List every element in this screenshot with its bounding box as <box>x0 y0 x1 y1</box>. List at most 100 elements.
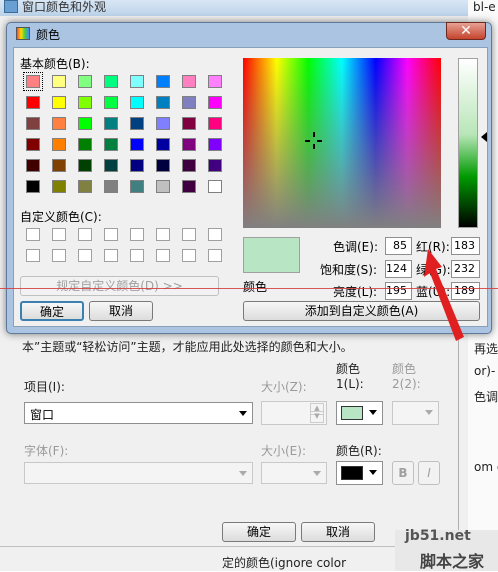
basic-color-swatch[interactable] <box>78 75 92 88</box>
background-window-title: 窗口颜色和外观 <box>22 0 107 14</box>
luminance-input[interactable]: 195 <box>385 282 412 300</box>
basic-color-swatch[interactable] <box>26 96 40 109</box>
basic-color-swatch[interactable] <box>52 75 66 88</box>
basic-color-swatch[interactable] <box>78 159 92 172</box>
custom-color-slot[interactable] <box>208 249 222 262</box>
custom-color-slot[interactable] <box>156 228 170 241</box>
basic-color-swatch[interactable] <box>78 117 92 130</box>
basic-color-swatch[interactable] <box>208 96 222 109</box>
watermark-url: jb51.net <box>405 528 471 544</box>
basic-color-swatch[interactable] <box>130 117 144 130</box>
basic-color-swatch[interactable] <box>78 96 92 109</box>
hue-input[interactable]: 85 <box>385 237 412 255</box>
bold-button[interactable]: B <box>392 461 414 485</box>
basic-color-swatch[interactable] <box>156 117 170 130</box>
basic-color-swatch[interactable] <box>52 117 66 130</box>
bg-ok-button[interactable]: 确定 <box>222 522 296 542</box>
basic-color-swatch[interactable] <box>52 180 66 193</box>
chevron-down-icon <box>425 410 433 415</box>
custom-color-slot[interactable] <box>130 249 144 262</box>
basic-color-swatch[interactable] <box>52 96 66 109</box>
basic-color-swatch[interactable] <box>182 159 196 172</box>
basic-color-swatch[interactable] <box>156 96 170 109</box>
chevron-down-icon <box>239 471 247 476</box>
hue-label: 色调(E): <box>333 240 378 254</box>
basic-color-swatch[interactable] <box>156 75 170 88</box>
basic-color-swatch[interactable] <box>130 138 144 151</box>
color2-picker-button[interactable] <box>392 401 439 425</box>
close-button[interactable]: ✕ <box>446 22 486 40</box>
basic-color-swatch[interactable] <box>156 180 170 193</box>
basic-color-swatch[interactable] <box>26 138 40 151</box>
item-select[interactable]: 窗口 <box>24 402 253 424</box>
saturation-input[interactable]: 124 <box>385 260 412 278</box>
basic-color-swatch[interactable] <box>182 138 196 151</box>
luminance-arrow-icon[interactable] <box>481 132 487 142</box>
color1-picker-button[interactable] <box>336 401 383 425</box>
basic-color-swatch[interactable] <box>104 138 118 151</box>
basic-color-swatch[interactable] <box>130 96 144 109</box>
font-color-label: 颜色(R): <box>336 444 382 458</box>
custom-color-slot[interactable] <box>104 228 118 241</box>
custom-color-slot[interactable] <box>78 249 92 262</box>
basic-color-swatch[interactable] <box>52 138 66 151</box>
basic-color-swatch[interactable] <box>104 75 118 88</box>
basic-color-swatch[interactable] <box>208 138 222 151</box>
basic-color-swatch[interactable] <box>208 159 222 172</box>
basic-color-swatch[interactable] <box>130 75 144 88</box>
luminance-label: 亮度(L): <box>333 285 378 299</box>
basic-colors-label: 基本颜色(B): <box>20 57 90 71</box>
custom-color-slot[interactable] <box>182 249 196 262</box>
bg-cancel-button[interactable]: 取消 <box>301 522 375 542</box>
basic-color-swatch[interactable] <box>26 180 40 193</box>
close-icon: ✕ <box>460 23 472 39</box>
luminance-slider[interactable] <box>458 58 478 228</box>
basic-color-swatch[interactable] <box>156 138 170 151</box>
color-spectrum[interactable] <box>243 58 441 228</box>
size2-select[interactable] <box>261 462 327 484</box>
basic-color-swatch[interactable] <box>182 117 196 130</box>
basic-color-swatch[interactable] <box>78 180 92 193</box>
custom-color-slot[interactable] <box>26 228 40 241</box>
basic-color-swatch[interactable] <box>208 117 222 130</box>
dialog-cancel-button[interactable]: 取消 <box>89 301 153 321</box>
custom-color-slot[interactable] <box>78 228 92 241</box>
basic-color-swatch[interactable] <box>26 117 40 130</box>
basic-color-swatch[interactable] <box>130 180 144 193</box>
custom-color-slot[interactable] <box>182 228 196 241</box>
basic-color-swatch[interactable] <box>104 159 118 172</box>
custom-color-slot[interactable] <box>104 249 118 262</box>
basic-color-swatch[interactable] <box>130 159 144 172</box>
dialog-ok-button[interactable]: 确定 <box>20 301 84 321</box>
basic-color-swatch[interactable] <box>23 72 43 91</box>
italic-button[interactable]: I <box>418 461 440 485</box>
size1-spinner[interactable]: ▲ ▼ <box>261 401 327 425</box>
custom-color-slot[interactable] <box>26 249 40 262</box>
basic-color-swatch[interactable] <box>78 138 92 151</box>
chevron-down-icon <box>313 471 321 476</box>
spin-down-icon[interactable]: ▼ <box>310 411 324 423</box>
font-color-picker-button[interactable] <box>336 461 383 485</box>
custom-color-slot[interactable] <box>156 249 170 262</box>
basic-color-swatch[interactable] <box>104 180 118 193</box>
chevron-down-icon <box>369 470 377 475</box>
custom-color-slot[interactable] <box>130 228 144 241</box>
crosshair-icon[interactable] <box>305 132 322 149</box>
define-custom-colors-button[interactable]: 规定自定义颜色(D) >> <box>20 276 219 296</box>
basic-color-swatch[interactable] <box>156 159 170 172</box>
font-select[interactable] <box>24 462 253 484</box>
custom-colors-label: 自定义颜色(C): <box>20 210 102 224</box>
basic-color-swatch[interactable] <box>104 96 118 109</box>
basic-color-swatch[interactable] <box>182 75 196 88</box>
basic-color-swatch[interactable] <box>52 159 66 172</box>
basic-color-swatch[interactable] <box>208 180 222 193</box>
custom-color-slot[interactable] <box>52 228 66 241</box>
custom-color-slot[interactable] <box>208 228 222 241</box>
bottom-text: 定的颜色(ignore color <box>222 556 346 570</box>
basic-color-swatch[interactable] <box>26 159 40 172</box>
basic-color-swatch[interactable] <box>182 180 196 193</box>
custom-color-slot[interactable] <box>52 249 66 262</box>
basic-color-swatch[interactable] <box>104 117 118 130</box>
basic-color-swatch[interactable] <box>208 75 222 88</box>
basic-color-swatch[interactable] <box>182 96 196 109</box>
